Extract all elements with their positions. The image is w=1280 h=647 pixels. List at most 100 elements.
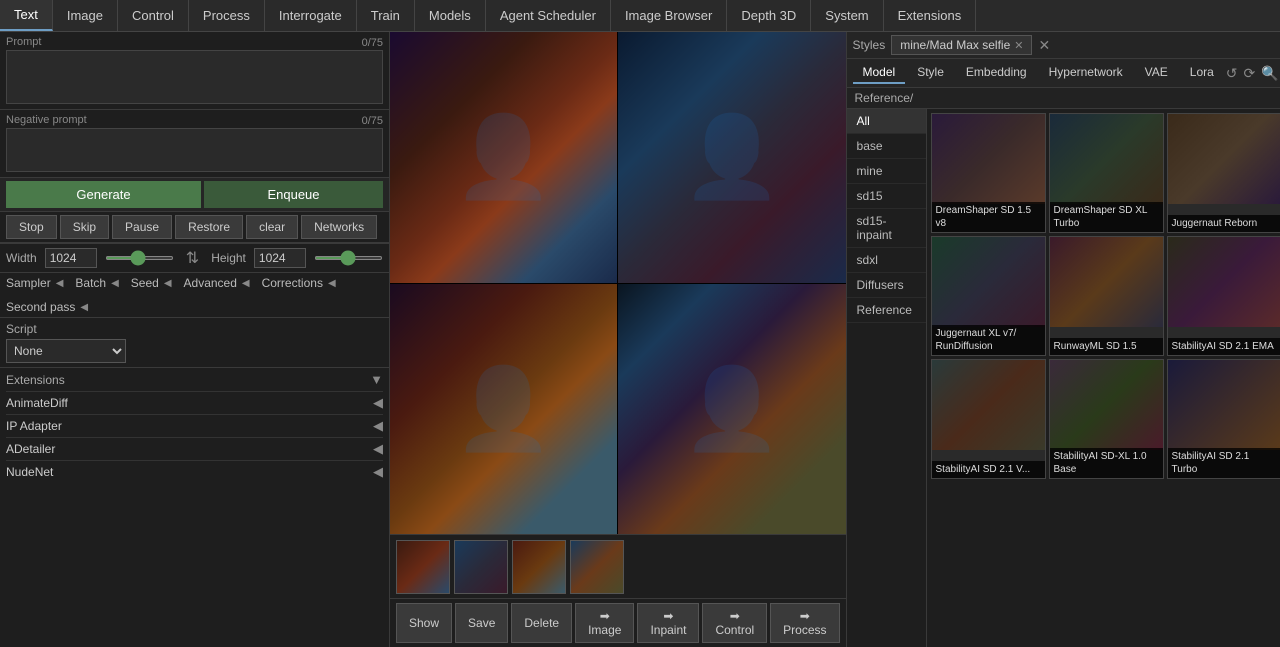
refresh-icon[interactable]: ↺ xyxy=(1226,65,1238,82)
sampler-arrow[interactable]: ◀ xyxy=(54,278,66,289)
sampler-item-sampler[interactable]: Sampler ◀ xyxy=(6,276,65,290)
script-section: Script None xyxy=(0,317,389,367)
tab-image[interactable]: Image xyxy=(53,0,118,31)
model-card-runwayml[interactable]: RunwayML SD 1.5 xyxy=(1049,236,1164,356)
stop-button[interactable]: Stop xyxy=(6,215,57,239)
to-control-button[interactable]: ➡ Control xyxy=(702,603,767,643)
ext-item-nudenet[interactable]: NudeNet ◀ xyxy=(6,460,383,483)
model-tab-vae[interactable]: VAE xyxy=(1135,62,1178,84)
enqueue-button[interactable]: Enqueue xyxy=(204,181,383,208)
image-cell-3[interactable]: 👤 xyxy=(390,284,617,535)
advanced-arrow[interactable]: ◀ xyxy=(240,278,252,289)
model-card-stability-21-turbo[interactable]: StabilityAI SD 2.1 Turbo xyxy=(1167,359,1280,479)
restore-button[interactable]: Restore xyxy=(175,215,243,239)
ext-animatediff-arrow[interactable]: ◀ xyxy=(373,395,383,411)
height-label: Height xyxy=(211,251,246,265)
tab-extensions[interactable]: Extensions xyxy=(884,0,977,31)
thumbnail-1[interactable] xyxy=(396,540,450,594)
seed-arrow[interactable]: ◀ xyxy=(162,278,174,289)
ext-nudenet-arrow[interactable]: ◀ xyxy=(373,464,383,480)
model-tab-lora[interactable]: Lora xyxy=(1180,62,1224,84)
search-icon[interactable]: 🔍 xyxy=(1261,65,1278,82)
model-card-dreamshaper-xl[interactable]: DreamShaper SD XL Turbo xyxy=(1049,113,1164,233)
thumbnail-2[interactable] xyxy=(454,540,508,594)
tab-depth-3d[interactable]: Depth 3D xyxy=(727,0,811,31)
extensions-collapse-icon[interactable]: ▼ xyxy=(370,372,383,387)
height-slider[interactable] xyxy=(314,256,383,260)
delete-button[interactable]: Delete xyxy=(511,603,572,643)
reload-icon[interactable]: ⟳ xyxy=(1244,65,1256,82)
image-cell-1[interactable]: 👤 xyxy=(390,32,617,283)
filter-sd15-inpaint[interactable]: sd15-inpaint xyxy=(847,209,926,248)
generate-button[interactable]: Generate xyxy=(6,181,201,208)
tab-text[interactable]: Text xyxy=(0,0,53,31)
second-pass-arrow[interactable]: ◀ xyxy=(78,302,90,313)
save-button[interactable]: Save xyxy=(455,603,508,643)
width-slider[interactable] xyxy=(105,256,174,260)
model-card-9-image xyxy=(1168,360,1280,450)
sampler-item-corrections[interactable]: Corrections ◀ xyxy=(262,276,338,290)
negative-prompt-section: Negative prompt 0/75 xyxy=(0,110,389,178)
filter-all[interactable]: All xyxy=(847,109,926,134)
ext-adetailer-arrow[interactable]: ◀ xyxy=(373,441,383,457)
ext-ip-adapter-arrow[interactable]: ◀ xyxy=(373,418,383,434)
ext-item-ip-adapter[interactable]: IP Adapter ◀ xyxy=(6,414,383,437)
show-button[interactable]: Show xyxy=(396,603,452,643)
model-card-stability-21-v[interactable]: StabilityAI SD 2.1 V... xyxy=(931,359,1046,479)
networks-button[interactable]: Networks xyxy=(301,215,377,239)
filter-reference[interactable]: Reference xyxy=(847,298,926,323)
to-image-button[interactable]: ➡ Image xyxy=(575,603,634,643)
model-card-dreamshaper-v8[interactable]: DreamShaper SD 1.5 v8 xyxy=(931,113,1046,233)
negative-prompt-input[interactable] xyxy=(6,128,383,172)
filter-sdxl[interactable]: sdxl xyxy=(847,248,926,273)
script-select[interactable]: None xyxy=(6,339,126,363)
prompt-input[interactable] xyxy=(6,50,383,104)
model-card-1-image xyxy=(932,114,1045,204)
corrections-arrow[interactable]: ◀ xyxy=(326,278,338,289)
style-tag-close-icon[interactable]: ✕ xyxy=(1014,39,1023,52)
filter-mine[interactable]: mine xyxy=(847,159,926,184)
tab-process[interactable]: Process xyxy=(189,0,265,31)
sampler-item-second-pass[interactable]: Second pass ◀ xyxy=(6,300,90,314)
tab-image-browser[interactable]: Image Browser xyxy=(611,0,727,31)
image-cell-2[interactable]: 👤 xyxy=(618,32,845,283)
tab-agent-scheduler[interactable]: Agent Scheduler xyxy=(486,0,611,31)
tab-models[interactable]: Models xyxy=(415,0,486,31)
swap-dimensions-icon[interactable]: ⇅ xyxy=(182,248,203,268)
prompt-label: Prompt xyxy=(6,36,41,48)
sampler-item-batch[interactable]: Batch ◀ xyxy=(75,276,120,290)
skip-button[interactable]: Skip xyxy=(60,215,109,239)
thumbnail-3[interactable] xyxy=(512,540,566,594)
to-process-button[interactable]: ➡ Process xyxy=(770,603,839,643)
width-input[interactable] xyxy=(45,248,97,268)
tab-control[interactable]: Control xyxy=(118,0,189,31)
filter-diffusers[interactable]: Diffusers xyxy=(847,273,926,298)
tab-system[interactable]: System xyxy=(811,0,883,31)
to-inpaint-button[interactable]: ➡ Inpaint xyxy=(637,603,699,643)
batch-arrow[interactable]: ◀ xyxy=(109,278,121,289)
ext-item-animatediff[interactable]: AnimateDiff ◀ xyxy=(6,391,383,414)
model-tab-model[interactable]: Model xyxy=(853,62,906,84)
model-card-stability-21-ema[interactable]: StabilityAI SD 2.1 EMA xyxy=(1167,236,1280,356)
model-tab-style[interactable]: Style xyxy=(907,62,954,84)
pause-button[interactable]: Pause xyxy=(112,215,172,239)
model-content: All base mine sd15 sd15-inpaint sdxl Dif… xyxy=(847,109,1280,647)
filter-sd15[interactable]: sd15 xyxy=(847,184,926,209)
model-tab-embedding[interactable]: Embedding xyxy=(956,62,1037,84)
ext-nudenet-label: NudeNet xyxy=(6,465,53,479)
model-card-juggernaut-reborn[interactable]: Juggernaut Reborn xyxy=(1167,113,1280,233)
model-tab-hypernetwork[interactable]: Hypernetwork xyxy=(1039,62,1133,84)
style-tag-x-button[interactable]: ✕ xyxy=(1038,37,1050,54)
clear-button[interactable]: clear xyxy=(246,215,298,239)
thumbnail-4[interactable] xyxy=(570,540,624,594)
filter-base[interactable]: base xyxy=(847,134,926,159)
model-card-juggernaut-xl[interactable]: Juggernaut XL v7/ RunDiffusion xyxy=(931,236,1046,356)
sampler-item-advanced[interactable]: Advanced ◀ xyxy=(184,276,252,290)
height-input[interactable] xyxy=(254,248,306,268)
tab-train[interactable]: Train xyxy=(357,0,415,31)
tab-interrogate[interactable]: Interrogate xyxy=(265,0,357,31)
image-cell-4[interactable]: 👤 xyxy=(618,284,845,535)
model-card-stability-sdxl-base[interactable]: StabilityAI SD-XL 1.0 Base xyxy=(1049,359,1164,479)
sampler-item-seed[interactable]: Seed ◀ xyxy=(131,276,174,290)
ext-item-adetailer[interactable]: ADetailer ◀ xyxy=(6,437,383,460)
